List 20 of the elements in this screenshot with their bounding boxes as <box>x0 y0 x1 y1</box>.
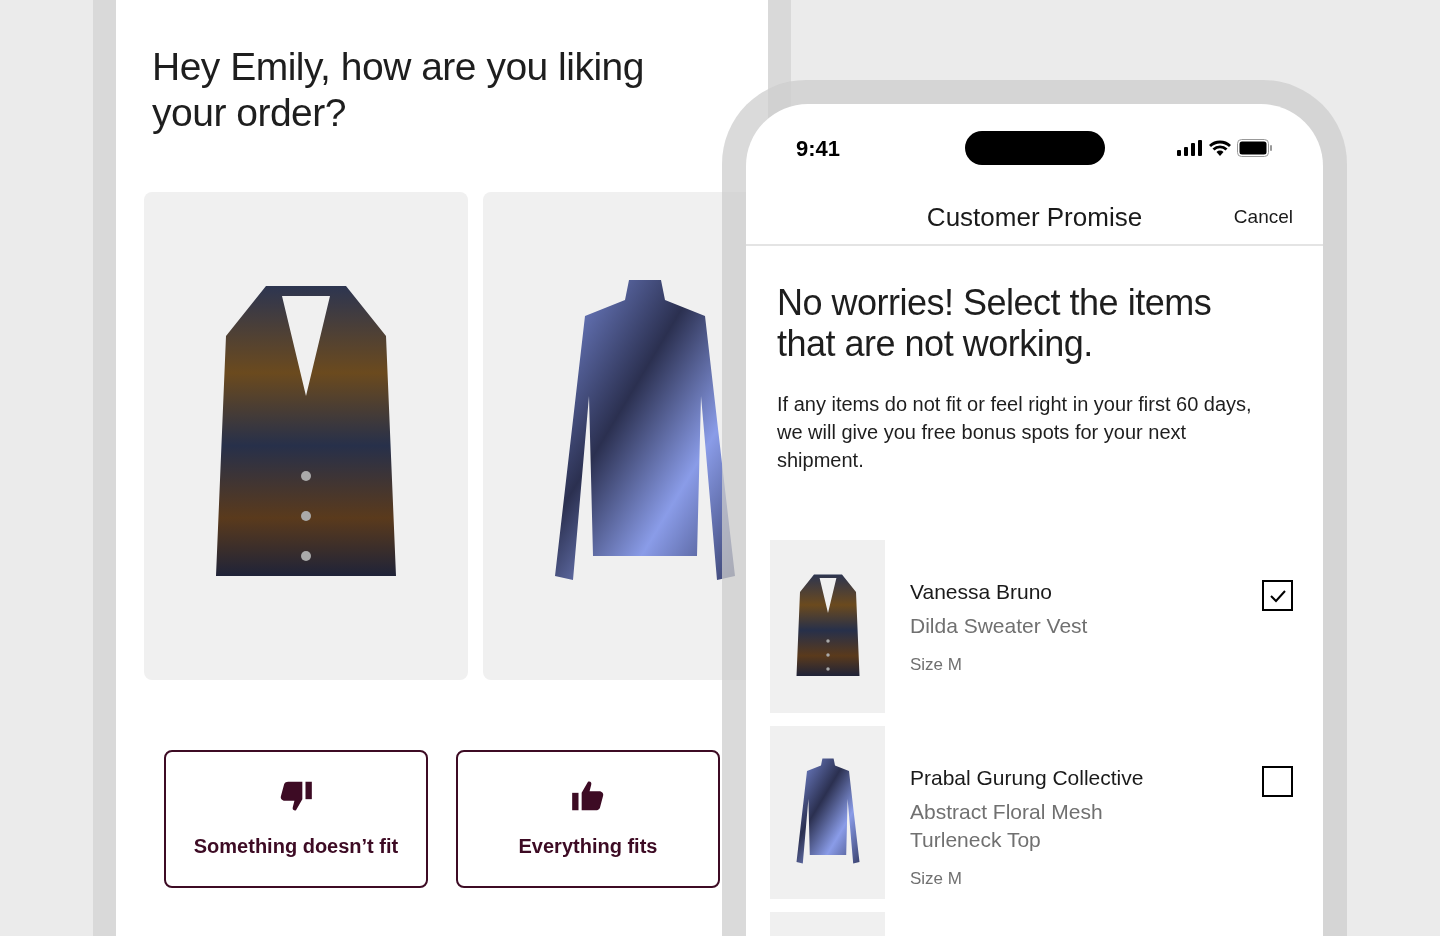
item-name: Dilda Sweater Vest <box>910 613 1089 639</box>
sheet-description: If any items do not fit or feel right in your first 60 days, we will give you free bonus spots for your next shipment. <box>777 392 1253 473</box>
feedback-button[interactable]: Something doesn’t fit <box>164 750 428 888</box>
signal-icon <box>1177 140 1203 156</box>
item-name: Abstract Floral Mesh Turleneck Top <box>910 799 1104 853</box>
nav-title: Customer Promise <box>926 200 1143 234</box>
sheet-heading: No worries! Select the items that are not working. <box>777 282 1213 364</box>
feedback-heading: Hey Emily, how are you liking your order? <box>152 44 645 136</box>
item-size: Size M <box>910 868 963 890</box>
item-brand: Prabal Gurung Collective <box>910 765 1145 791</box>
item-checkbox[interactable] <box>1262 766 1293 797</box>
battery-icon <box>1237 139 1273 157</box>
wifi-icon <box>1209 140 1231 156</box>
item-checkbox[interactable] <box>1262 580 1293 611</box>
status-time: 9:41 <box>796 134 842 163</box>
item-size: Size M <box>910 654 963 676</box>
checkmark-icon <box>1268 588 1287 603</box>
item-brand: Vanessa Bruno <box>910 579 1054 605</box>
cancel-link[interactable]: Cancel <box>1233 202 1293 232</box>
feedback-button[interactable]: Everything fits <box>456 750 720 888</box>
